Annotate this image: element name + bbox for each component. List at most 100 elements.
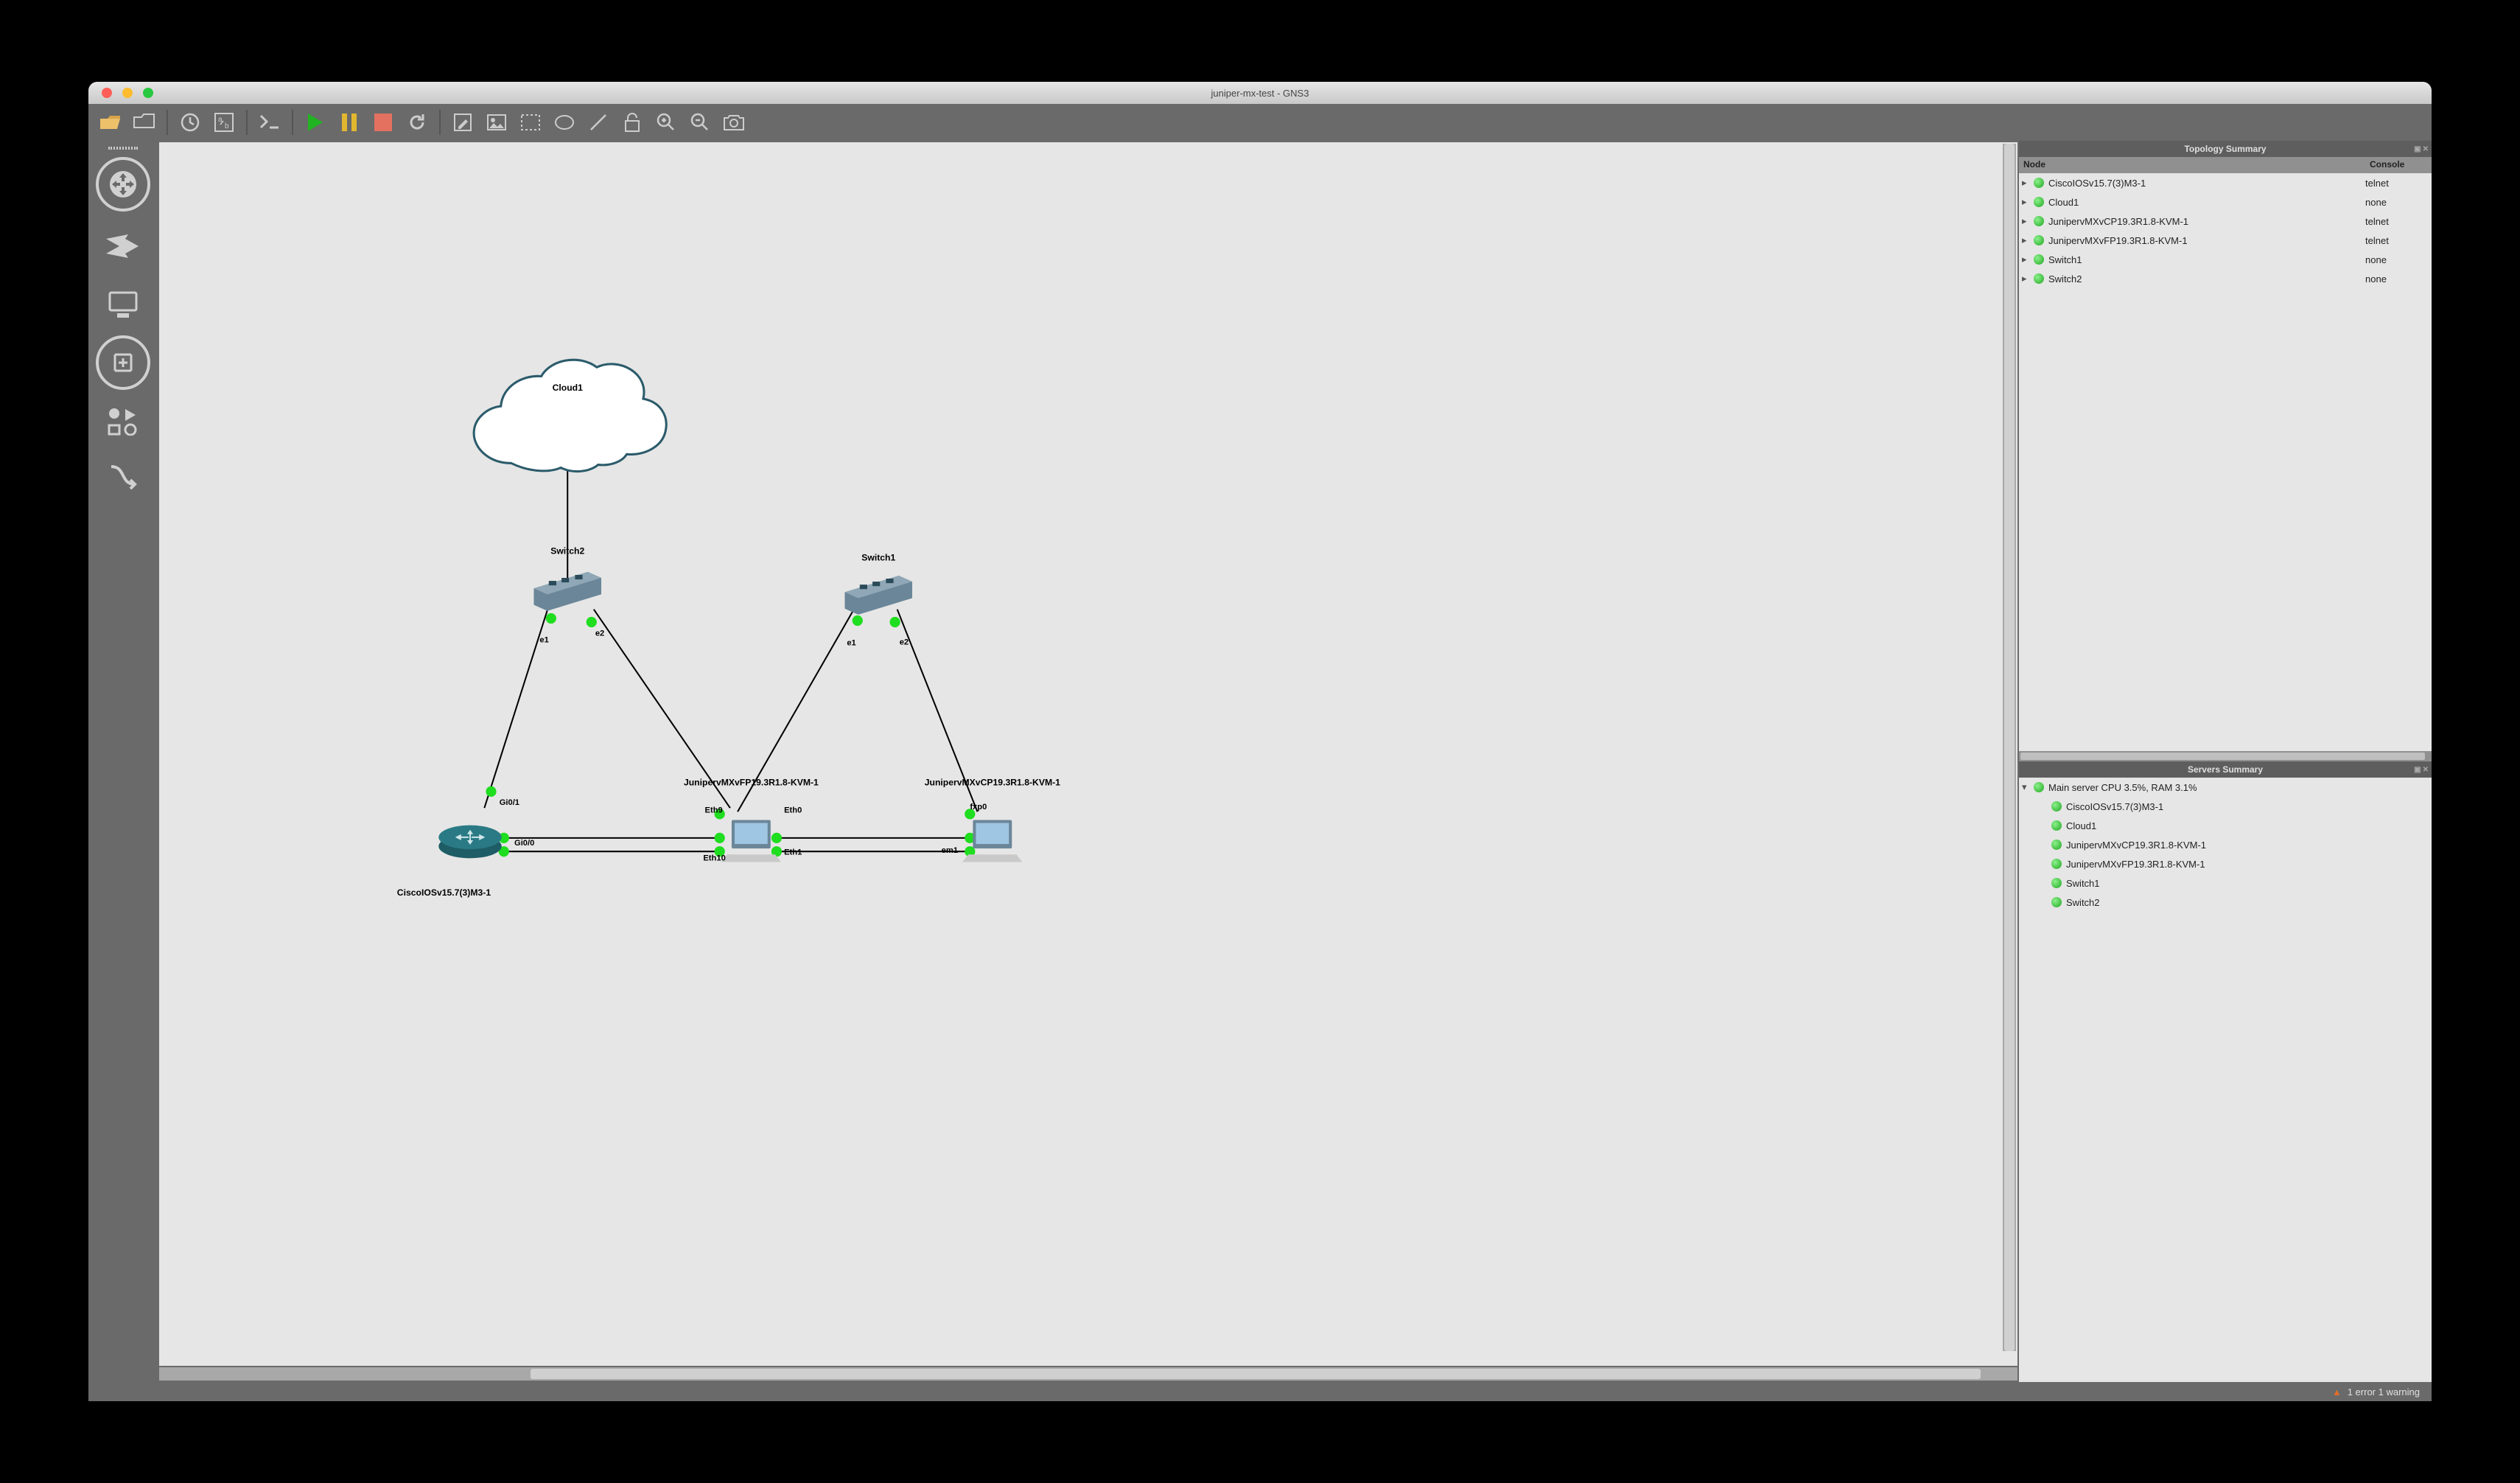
status-dot-icon <box>2051 878 2062 888</box>
server-name: Main server CPU 3.5%, RAM 3.1% <box>2048 782 2432 793</box>
server-child-row[interactable]: JunipervMXvCP19.3R1.8-KVM-1 <box>2019 835 2432 854</box>
switch-device-button[interactable] <box>96 219 150 273</box>
panel-undock-icon[interactable]: ▣ <box>2414 766 2421 774</box>
line-button[interactable] <box>584 108 613 137</box>
expand-icon[interactable]: ▸ <box>2022 196 2034 208</box>
pause-button[interactable] <box>335 108 364 137</box>
device-dock <box>88 141 158 1382</box>
link-button[interactable] <box>99 452 147 499</box>
server-child-name: JunipervMXvFP19.3R1.8-KVM-1 <box>2066 859 2432 870</box>
unlock-button[interactable] <box>617 108 647 137</box>
topology-canvas[interactable]: Cloud1 Switch2 <box>159 142 2017 1366</box>
server-child-row[interactable]: Switch2 <box>2019 893 2432 912</box>
screenshot-button[interactable] <box>719 108 749 137</box>
svg-text:Eth1: Eth1 <box>784 848 802 856</box>
open-project-button[interactable] <box>96 108 125 137</box>
image-button[interactable] <box>482 108 511 137</box>
expand-icon[interactable]: ▸ <box>2022 234 2034 246</box>
canvas-horizontal-scrollbar[interactable] <box>159 1367 2017 1381</box>
pc-device-button[interactable] <box>99 281 147 328</box>
node-name: CiscoIOSv15.7(3)M3-1 <box>2048 178 2365 189</box>
expand-icon[interactable]: ▸ <box>2022 273 2034 285</box>
svg-text:em1: em1 <box>942 846 958 855</box>
status-dot-icon <box>2034 178 2044 188</box>
node-console: none <box>2365 197 2432 208</box>
server-child-row[interactable]: JunipervMXvFP19.3R1.8-KVM-1 <box>2019 854 2432 873</box>
expand-icon[interactable]: ▸ <box>2022 215 2034 227</box>
svg-text:Switch1: Switch1 <box>861 553 895 563</box>
node-console: none <box>2365 273 2432 285</box>
node-name: Switch2 <box>2048 273 2365 285</box>
panel-undock-icon[interactable]: ▣ <box>2414 145 2421 153</box>
main-toolbar: ab <box>88 104 2432 141</box>
node-switch1[interactable]: Switch1 <box>844 553 912 615</box>
topology-row[interactable]: ▸ Switch2 none <box>2019 269 2432 288</box>
status-dot-icon <box>2034 235 2044 245</box>
topology-row[interactable]: ▸ CiscoIOSv15.7(3)M3-1 telnet <box>2019 173 2432 192</box>
topology-row[interactable]: ▸ JunipervMXvCP19.3R1.8-KVM-1 telnet <box>2019 212 2432 231</box>
svg-text:Eth9: Eth9 <box>705 806 723 814</box>
expand-icon[interactable]: ▸ <box>2022 254 2034 265</box>
svg-text:Eth10: Eth10 <box>703 854 725 862</box>
security-device-button[interactable] <box>96 335 150 390</box>
topology-summary-title: Topology Summary <box>2184 144 2266 154</box>
maximize-window-button[interactable] <box>143 88 153 98</box>
status-dot-icon <box>2051 801 2062 812</box>
svg-text:Gi0/0: Gi0/0 <box>514 839 534 848</box>
node-name: Cloud1 <box>2048 197 2365 208</box>
svg-text:Cloud1: Cloud1 <box>553 383 584 393</box>
zoom-out-button[interactable] <box>685 108 715 137</box>
server-child-row[interactable]: Cloud1 <box>2019 816 2432 835</box>
window-title: juniper-mx-test - GNS3 <box>1211 88 1309 99</box>
node-cisco-router[interactable]: CiscoIOSv15.7(3)M3-1 <box>397 826 502 898</box>
svg-text:e2: e2 <box>595 629 604 638</box>
expand-icon[interactable]: ▸ <box>2022 177 2034 189</box>
status-bar: ▲ 1 error 1 warning <box>88 1382 2432 1401</box>
play-button[interactable] <box>301 108 330 137</box>
status-dot-icon <box>2051 820 2062 831</box>
rect-select-button[interactable] <box>516 108 545 137</box>
edit-button[interactable] <box>448 108 477 137</box>
topology-row[interactable]: ▸ JunipervMXvFP19.3R1.8-KVM-1 telnet <box>2019 231 2432 250</box>
svg-text:Gi0/1: Gi0/1 <box>500 798 519 807</box>
server-child-row[interactable]: CiscoIOSv15.7(3)M3-1 <box>2019 797 2432 816</box>
node-console: telnet <box>2365 178 2432 189</box>
open-folder-button[interactable] <box>130 108 159 137</box>
svg-text:JunipervMXvCP19.3R1.8-KVM-1: JunipervMXvCP19.3R1.8-KVM-1 <box>925 778 1060 788</box>
svg-text:b: b <box>225 122 229 130</box>
servers-summary-panel: Servers Summary ▣✕ ▾ Main server CPU 3.5… <box>2019 761 2432 1382</box>
history-button[interactable] <box>175 108 205 137</box>
servers-summary-title: Servers Summary <box>2188 764 2263 775</box>
topology-row[interactable]: ▸ Switch1 none <box>2019 250 2432 269</box>
all-devices-button[interactable] <box>99 397 147 444</box>
status-dot-icon <box>2034 782 2044 792</box>
reload-button[interactable] <box>402 108 432 137</box>
node-console: none <box>2365 254 2432 265</box>
topology-summary-scrollbar[interactable] <box>2019 751 2432 761</box>
canvas-vertical-scrollbar[interactable] <box>2003 144 2016 1351</box>
panel-close-icon[interactable]: ✕ <box>2423 766 2429 774</box>
svg-text:e1: e1 <box>847 639 855 648</box>
topology-summary-columns: Node Console <box>2019 157 2432 173</box>
console-button[interactable] <box>255 108 284 137</box>
status-dot-icon <box>2034 216 2044 226</box>
topology-summary-panel: Topology Summary ▣✕ Node Console ▸ Cisco… <box>2019 141 2432 761</box>
router-device-button[interactable] <box>96 157 150 212</box>
panel-close-icon[interactable]: ✕ <box>2423 145 2429 153</box>
node-switch2[interactable]: Switch2 <box>533 545 601 610</box>
status-dot-icon <box>2051 840 2062 850</box>
oval-select-button[interactable] <box>550 108 579 137</box>
server-child-name: CiscoIOSv15.7(3)M3-1 <box>2066 801 2432 812</box>
node-cloud1[interactable]: Cloud1 <box>474 360 666 471</box>
stop-button[interactable] <box>368 108 398 137</box>
collapse-icon[interactable]: ▾ <box>2022 781 2034 793</box>
server-child-row[interactable]: Switch1 <box>2019 873 2432 893</box>
topology-row[interactable]: ▸ Cloud1 none <box>2019 192 2432 212</box>
find-replace-button[interactable]: ab <box>209 108 239 137</box>
server-main-row[interactable]: ▾ Main server CPU 3.5%, RAM 3.1% <box>2019 778 2432 797</box>
zoom-in-button[interactable] <box>651 108 681 137</box>
status-dot-icon <box>2034 254 2044 265</box>
close-window-button[interactable] <box>102 88 112 98</box>
svg-text:CiscoIOSv15.7(3)M3-1: CiscoIOSv15.7(3)M3-1 <box>397 887 491 898</box>
minimize-window-button[interactable] <box>122 88 133 98</box>
